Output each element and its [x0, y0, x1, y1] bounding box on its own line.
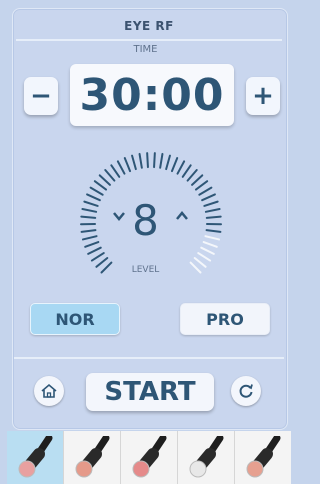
level-tick — [131, 154, 137, 171]
rf-probe-icon — [246, 435, 281, 477]
level-tick — [165, 154, 171, 171]
mode-pro-button[interactable]: PRO — [180, 303, 270, 335]
probe-selector — [7, 431, 291, 484]
time-display: 30:00 — [70, 64, 234, 126]
divider — [14, 357, 284, 359]
level-tick — [153, 152, 156, 169]
probe-tile[interactable] — [177, 431, 234, 484]
level-tick — [104, 169, 116, 182]
home-icon — [41, 383, 57, 398]
level-increase-button[interactable] — [176, 205, 188, 226]
time-increase-button[interactable]: + — [246, 77, 280, 115]
level-value: 8 — [132, 196, 159, 245]
level-tick — [191, 174, 204, 186]
probe-tile[interactable] — [234, 431, 291, 484]
time-decrease-button[interactable]: − — [24, 77, 58, 115]
start-label: START — [104, 377, 196, 407]
level-tick — [198, 186, 213, 196]
level-tick — [170, 157, 179, 173]
probe-tile[interactable] — [7, 431, 63, 484]
level-label: LEVEL — [131, 265, 160, 275]
reset-button[interactable] — [231, 376, 261, 406]
level-tick — [138, 152, 143, 169]
time-label: TIME — [133, 44, 158, 55]
page-title: EYE RF — [16, 12, 282, 41]
minus-icon: − — [30, 81, 52, 111]
level-tick — [93, 180, 108, 191]
level-tick — [181, 164, 192, 178]
rf-probe-icon — [189, 435, 224, 477]
time-value: 30:00 — [79, 69, 225, 121]
level-tick — [159, 152, 164, 169]
level-tick — [110, 164, 121, 178]
rf-probe-icon — [75, 435, 110, 477]
level-tick — [90, 252, 105, 262]
level-tick — [146, 152, 149, 169]
mode-nor-button[interactable]: NOR — [30, 303, 120, 335]
rf-probe-icon — [132, 435, 167, 477]
probe-tile[interactable] — [120, 431, 177, 484]
chevron-up-icon — [176, 211, 188, 220]
level-tick — [98, 174, 111, 186]
level-tick — [89, 186, 104, 196]
level-tick — [200, 246, 215, 255]
plus-icon: + — [252, 81, 274, 111]
refresh-icon — [239, 384, 253, 398]
level-tick — [87, 246, 102, 255]
probe-tile[interactable] — [63, 431, 120, 484]
mode-nor-label: NOR — [55, 309, 95, 329]
home-button[interactable] — [34, 376, 64, 406]
level-tick — [186, 169, 198, 182]
rf-probe-icon — [18, 435, 53, 477]
level-tick — [197, 252, 212, 262]
level-tick — [194, 180, 209, 191]
start-button[interactable]: START — [86, 373, 214, 411]
page-title-text: EYE RF — [124, 18, 174, 33]
level-tick — [116, 160, 126, 175]
mode-pro-label: PRO — [206, 309, 244, 329]
level-tick — [176, 160, 186, 175]
level-tick — [123, 157, 132, 173]
